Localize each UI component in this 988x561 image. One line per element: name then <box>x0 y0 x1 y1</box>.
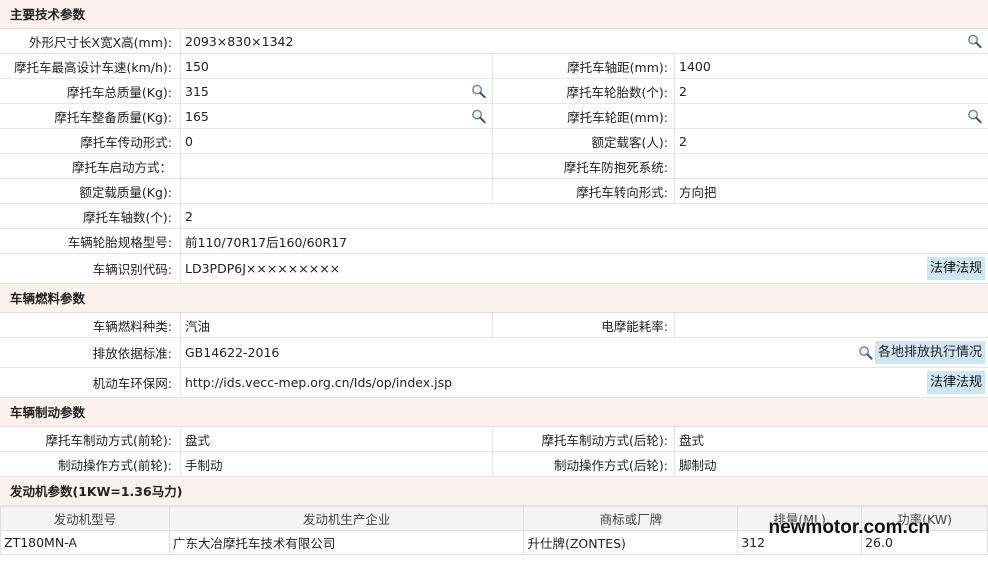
engine-col-maker: 发动机生产企业 <box>168 506 525 531</box>
vin-value: LD3PDP6J××××××××× <box>185 261 341 276</box>
row-drive: 摩托车传动形式: 0 额定载客(人): 2 <box>0 129 988 154</box>
env-site-label: 机动车环保网: <box>0 368 181 397</box>
row-load: 额定载质量(Kg): 摩托车转向形式: 方向把 <box>0 179 988 204</box>
track-cell <box>675 104 988 128</box>
engine-maker-cell: 广东大冶摩托车技术有限公司 <box>168 530 525 555</box>
search-icon[interactable] <box>967 34 982 49</box>
row-fuel-type: 车辆燃料种类: 汽油 电摩能耗率: <box>0 313 988 338</box>
curb-mass-value: 165 <box>185 108 209 124</box>
load-label: 额定载质量(Kg): <box>0 179 181 203</box>
start-label: 摩托车启动方式： <box>0 154 181 178</box>
brake-front-label: 摩托车制动方式(前轮): <box>0 427 181 451</box>
row-vin: 车辆识别代码: LD3PDP6J××××××××× 法律法规 <box>0 254 988 284</box>
axles-value: 2 <box>185 208 193 224</box>
wheelbase-label: 摩托车轴距(mm): <box>493 54 675 78</box>
section-fuel-params: 车辆燃料参数 <box>0 284 988 313</box>
env-site-url[interactable]: http://ids.vecc-mep.org.cn/Ids/op/index.… <box>185 375 452 390</box>
brake-op-rear-value: 脚制动 <box>679 457 717 473</box>
row-env-site: 机动车环保网: http://ids.vecc-mep.org.cn/Ids/o… <box>0 368 988 398</box>
fuel-type-value: 汽油 <box>181 313 493 337</box>
emission-standard-label: 排放依据标准: <box>0 338 181 367</box>
speed-value: 150 <box>181 54 493 78</box>
regional-emission-button[interactable]: 各地排放执行情况 <box>858 341 985 364</box>
brake-op-front-value: 手制动 <box>181 452 493 476</box>
row-emission-standard: 排放依据标准: GB14622-2016 各地排放执行情况 <box>0 338 988 368</box>
elec-consumption-value <box>675 313 988 337</box>
abs-label: 摩托车防抱死系统: <box>493 154 675 178</box>
abs-value <box>675 154 988 178</box>
vehicle-spec-page: 主要技术参数 外形尺寸长X宽X高(mm): 2093×830×1342 摩托车最… <box>0 0 988 555</box>
brake-front-value: 盘式 <box>181 427 493 451</box>
vin-label: 车辆识别代码: <box>0 254 181 283</box>
section-engine-params: 发动机参数(1KW=1.36马力) <box>0 477 988 506</box>
tire-spec-value: 前110/70R17后160/60R17 <box>185 234 348 250</box>
axles-label: 摩托车轴数(个): <box>0 204 181 228</box>
dims-label: 外形尺寸长X宽X高(mm): <box>0 29 181 53</box>
engine-model-cell: ZT180MN-A <box>0 530 170 555</box>
steer-label: 摩托车转向形式: <box>493 179 675 203</box>
engine-brand-cell: 升仕牌(ZONTES) <box>523 530 739 555</box>
tire-count-label: 摩托车轮胎数(个): <box>493 79 675 103</box>
row-brake-operation: 制动操作方式(前轮): 手制动 制动操作方式(后轮): 脚制动 <box>0 452 988 477</box>
row-start: 摩托车启动方式： 摩托车防抱死系统: <box>0 154 988 179</box>
search-icon[interactable] <box>967 109 982 124</box>
search-icon <box>859 346 873 360</box>
drive-label: 摩托车传动形式: <box>0 129 181 153</box>
load-value <box>181 179 493 203</box>
emission-standard-value: GB14622-2016 <box>185 345 280 360</box>
steer-value: 方向把 <box>679 184 717 200</box>
tire-count-value: 2 <box>679 83 687 99</box>
engine-col-model: 发动机型号 <box>0 506 170 531</box>
passengers-label: 额定载客(人): <box>493 129 675 153</box>
fuel-type-label: 车辆燃料种类: <box>0 313 181 337</box>
elec-consumption-label: 电摩能耗率: <box>493 313 675 337</box>
row-axles: 摩托车轴数(个): 2 <box>0 204 988 229</box>
search-icon[interactable] <box>471 109 486 124</box>
gross-mass-cell: 315 <box>181 79 493 103</box>
row-tire-spec: 车辆轮胎规格型号: 前110/70R17后160/60R17 <box>0 229 988 254</box>
row-gross-mass: 摩托车总质量(Kg): 315 摩托车轮胎数(个): 2 <box>0 79 988 104</box>
env-site-cell: http://ids.vecc-mep.org.cn/Ids/op/index.… <box>181 368 988 397</box>
curb-mass-cell: 165 <box>181 104 493 128</box>
law-regulations-button[interactable]: 法律法规 <box>926 257 985 280</box>
vin-cell: LD3PDP6J××××××××× 法律法规 <box>181 254 988 283</box>
emission-standard-cell: GB14622-2016 各地排放执行情况 <box>181 338 988 367</box>
dims-value: 2093×830×1342 <box>185 33 294 49</box>
passengers-value: 2 <box>679 133 687 149</box>
row-speed: 摩托车最高设计车速(km/h): 150 摩托车轴距(mm): 1400 <box>0 54 988 79</box>
section-brake-params: 车辆制动参数 <box>0 398 988 427</box>
gross-mass-value: 315 <box>185 83 209 99</box>
law-regulations-button-2[interactable]: 法律法规 <box>926 371 985 394</box>
wheelbase-value: 1400 <box>679 58 711 74</box>
regional-emission-label: 各地排放执行情况 <box>874 341 985 364</box>
row-dimensions: 外形尺寸长X宽X高(mm): 2093×830×1342 <box>0 29 988 54</box>
search-icon[interactable] <box>471 84 486 99</box>
curb-mass-label: 摩托车整备质量(Kg): <box>0 104 181 128</box>
drive-value: 0 <box>181 129 493 153</box>
row-curb-mass: 摩托车整备质量(Kg): 165 摩托车轮距(mm): <box>0 104 988 129</box>
gross-mass-label: 摩托车总质量(Kg): <box>0 79 181 103</box>
brake-rear-value: 盘式 <box>679 432 705 448</box>
brake-op-front-label: 制动操作方式(前轮): <box>0 452 181 476</box>
dims-value-cell: 2093×830×1342 <box>181 29 988 53</box>
brake-rear-label: 摩托车制动方式(后轮): <box>493 427 675 451</box>
site-watermark: newmotor.com.cn <box>768 517 930 538</box>
section-main-params: 主要技术参数 <box>0 0 988 29</box>
engine-col-brand: 商标或厂牌 <box>523 506 739 531</box>
tire-spec-label: 车辆轮胎规格型号: <box>0 229 181 253</box>
speed-label: 摩托车最高设计车速(km/h): <box>0 54 181 78</box>
start-value <box>181 154 493 178</box>
track-label: 摩托车轮距(mm): <box>493 104 675 128</box>
brake-op-rear-label: 制动操作方式(后轮): <box>493 452 675 476</box>
row-brake-type: 摩托车制动方式(前轮): 盘式 摩托车制动方式(后轮): 盘式 <box>0 427 988 452</box>
